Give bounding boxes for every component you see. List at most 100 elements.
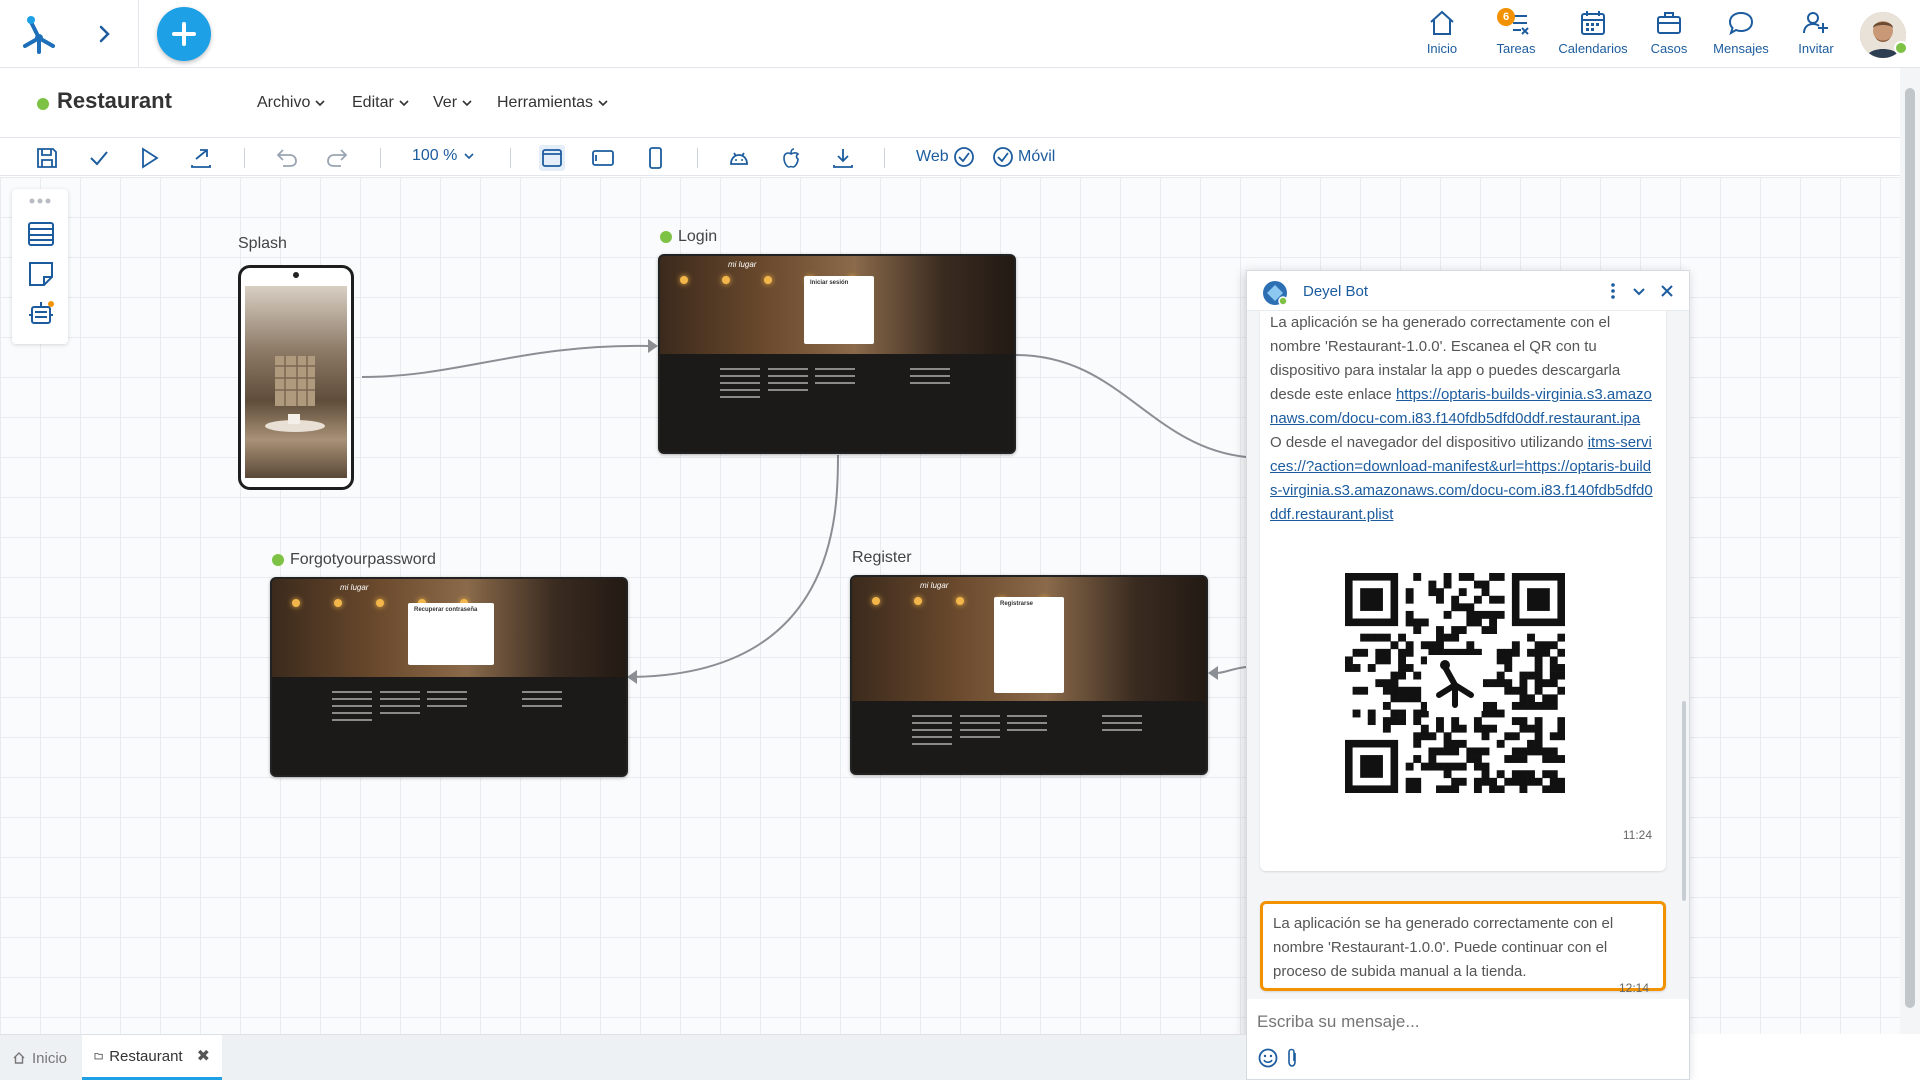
app-status-dot xyxy=(37,98,49,110)
node-label-forgot: Forgotyourpassword xyxy=(272,551,436,569)
web-platform-toggle[interactable]: Web xyxy=(916,146,975,168)
drag-handle-icon[interactable] xyxy=(29,197,51,205)
menu-archivo[interactable]: Archivo xyxy=(257,94,326,112)
form-element-icon[interactable] xyxy=(26,219,56,249)
home-icon xyxy=(13,1052,25,1064)
tab-restaurant[interactable]: Restaurant ✖ xyxy=(82,1035,222,1080)
mobile-label: Móvil xyxy=(1018,148,1056,165)
close-tab-icon[interactable]: ✖ xyxy=(197,1046,210,1066)
screen-footer xyxy=(272,677,626,775)
dialog-title: Recuperar contraseña xyxy=(414,607,478,613)
bot-message-highlighted: La aplicación se ha generado correctamen… xyxy=(1260,901,1666,995)
node-title: Register xyxy=(852,549,912,566)
deyel-logo-icon[interactable] xyxy=(17,12,61,56)
tab-label: Restaurant xyxy=(109,1047,183,1065)
message-text: O desde el navegador del dispositivo uti… xyxy=(1270,434,1588,451)
nav-calendarios[interactable]: Calendarios xyxy=(1556,8,1630,58)
zoom-value: 100 % xyxy=(412,147,458,164)
screen-brand: mi lugar xyxy=(728,260,757,269)
emoji-icon[interactable] xyxy=(1257,1047,1279,1069)
nav-casos[interactable]: Casos xyxy=(1647,8,1691,58)
undo-icon[interactable] xyxy=(274,145,300,171)
menu-label: Ver xyxy=(433,94,458,111)
nav-invitar[interactable]: Invitar xyxy=(1795,8,1837,58)
chevron-right-icon[interactable] xyxy=(92,22,116,46)
check-icon[interactable] xyxy=(86,145,112,171)
phone-view-icon[interactable] xyxy=(642,145,668,171)
toolbar: 100 % Web Móvil xyxy=(0,138,1900,176)
message-time: 12:14 xyxy=(1618,981,1649,995)
node-forgotyourpassword[interactable]: mi lugar Recuperar contraseña xyxy=(270,577,628,777)
desktop-view-icon[interactable] xyxy=(539,145,565,171)
redo-icon[interactable] xyxy=(324,145,350,171)
process-element-icon[interactable] xyxy=(26,299,56,329)
status-dot xyxy=(272,554,284,566)
save-icon[interactable] xyxy=(34,145,60,171)
publish-icon[interactable] xyxy=(188,145,214,171)
node-title: Splash xyxy=(238,235,287,252)
close-icon[interactable] xyxy=(1657,281,1677,301)
plus-icon xyxy=(172,22,196,46)
menu-editar[interactable]: Editar xyxy=(352,94,410,112)
dialog-title: Iniciar sesión xyxy=(810,280,849,286)
node-register[interactable]: mi lugar Registrarse xyxy=(850,575,1208,775)
qr-center-logo xyxy=(1427,655,1483,711)
apple-icon[interactable] xyxy=(778,145,804,171)
toolbar-separator xyxy=(697,148,698,168)
menu-label: Archivo xyxy=(257,94,311,111)
tab-label: Inicio xyxy=(32,1049,68,1067)
tab-inicio[interactable]: Inicio xyxy=(0,1035,79,1080)
page-scrollbar[interactable] xyxy=(1900,68,1920,1034)
chevron-down-icon xyxy=(462,100,472,107)
nav-label: Mensajes xyxy=(1713,41,1769,56)
arrow-head xyxy=(648,339,658,353)
chat-scrollbar-thumb[interactable] xyxy=(1682,701,1686,901)
scrollbar-thumb[interactable] xyxy=(1905,88,1915,1008)
message-input[interactable] xyxy=(1257,1009,1677,1035)
connector-login-chat xyxy=(1015,354,1247,458)
toolbar-separator xyxy=(884,148,885,168)
nav-mensajes[interactable]: Mensajes xyxy=(1710,8,1772,58)
create-button[interactable] xyxy=(157,7,211,61)
minimize-icon[interactable] xyxy=(1629,281,1649,301)
play-icon[interactable] xyxy=(136,145,162,171)
tablet-view-icon[interactable] xyxy=(590,145,616,171)
node-login[interactable]: mi lugar Iniciar sesión xyxy=(658,254,1016,454)
check-circle-icon xyxy=(993,147,1013,167)
download-icon[interactable] xyxy=(830,145,856,171)
nav-label: Inicio xyxy=(1426,41,1458,56)
mobile-platform-toggle[interactable]: Móvil xyxy=(992,146,1055,168)
node-splash[interactable] xyxy=(238,265,354,490)
chat-panel: Deyel Bot La aplicación se ha generado c… xyxy=(1246,270,1690,1080)
connector-login-forgot xyxy=(629,454,839,678)
check-circle-icon xyxy=(953,147,974,167)
menu-herramientas[interactable]: Herramientas xyxy=(497,94,609,112)
register-dialog-preview: Registrarse xyxy=(994,597,1064,693)
nav-label: Casos xyxy=(1650,41,1688,56)
attachment-icon[interactable] xyxy=(1281,1047,1303,1069)
tasks-badge: 6 xyxy=(1497,8,1515,26)
more-options-icon[interactable] xyxy=(1603,281,1623,301)
chat-bubble-icon xyxy=(1728,11,1754,36)
element-palette xyxy=(12,189,68,344)
node-label-splash: Splash xyxy=(238,235,287,253)
connector-splash-login xyxy=(361,344,651,378)
bot-name: Deyel Bot xyxy=(1303,283,1369,300)
bot-avatar-icon xyxy=(1263,281,1288,306)
note-element-icon[interactable] xyxy=(26,259,56,289)
nav-label: Calendarios xyxy=(1558,41,1628,56)
dialog-title: Registrarse xyxy=(1000,601,1034,607)
top-bar: Inicio 6 Tareas Calendarios Casos Mensaj… xyxy=(0,0,1920,68)
zoom-select[interactable]: 100 % xyxy=(412,147,475,165)
nav-inicio[interactable]: Inicio xyxy=(1422,8,1462,58)
android-icon[interactable] xyxy=(726,145,752,171)
chat-messages[interactable]: La aplicación se ha generado correctamen… xyxy=(1247,311,1689,999)
menu-ver[interactable]: Ver xyxy=(433,94,473,112)
nav-tareas[interactable]: 6 Tareas xyxy=(1493,8,1539,58)
node-title: Login xyxy=(678,228,718,245)
chevron-down-icon xyxy=(464,153,474,160)
toolbar-separator xyxy=(244,148,245,168)
phone-camera xyxy=(293,272,299,278)
presence-indicator xyxy=(1894,41,1908,55)
screen-brand: mi lugar xyxy=(340,583,369,592)
